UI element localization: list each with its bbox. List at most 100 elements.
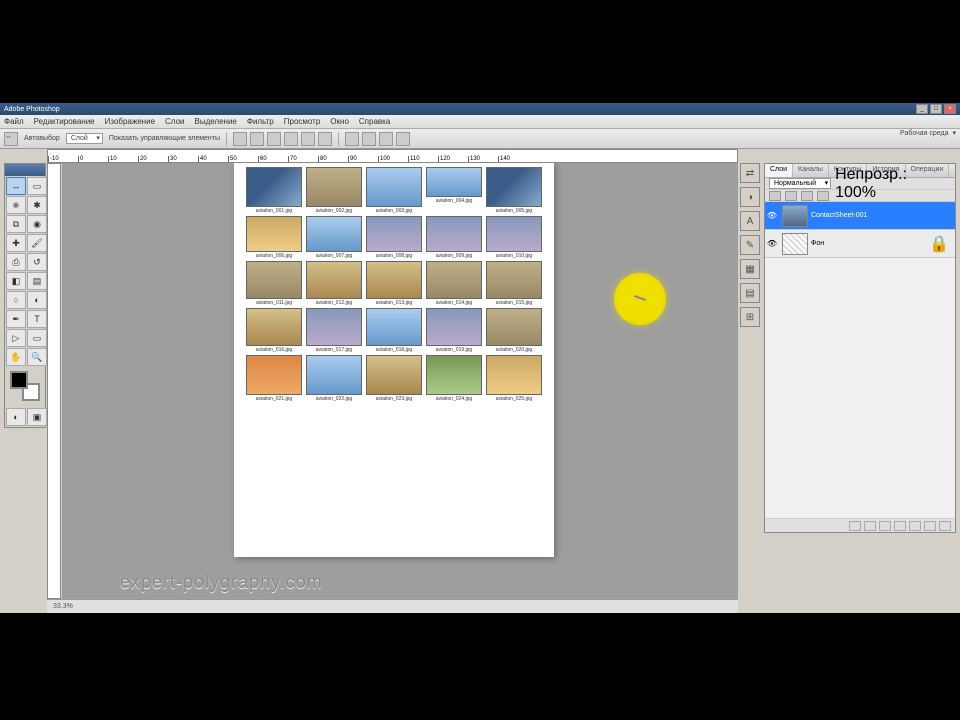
- brush-tool[interactable]: 🖌: [27, 234, 47, 252]
- thumbnail-cell[interactable]: aviation_004.jpg: [426, 167, 482, 214]
- ruler-vertical[interactable]: [47, 163, 61, 599]
- thumbnail-cell[interactable]: aviation_006.jpg: [246, 216, 302, 259]
- thumbnail-cell[interactable]: aviation_022.jpg: [306, 355, 362, 402]
- distribute-edge-icon[interactable]: [396, 132, 410, 146]
- marquee-tool[interactable]: ▭: [27, 177, 47, 195]
- thumbnail-cell[interactable]: aviation_019.jpg: [426, 308, 482, 353]
- align-center-icon[interactable]: [250, 132, 264, 146]
- lock-all-icon[interactable]: [817, 191, 829, 201]
- layer-name[interactable]: ContactSheet-001: [811, 212, 867, 219]
- thumbnail-cell[interactable]: aviation_025.jpg: [486, 355, 542, 402]
- align-top-icon[interactable]: [284, 132, 298, 146]
- menu-filter[interactable]: Фильтр: [247, 117, 274, 126]
- strip-actions-icon[interactable]: ⊞: [740, 307, 760, 327]
- layer-name[interactable]: Фон: [811, 240, 824, 247]
- path-select-tool[interactable]: ▷: [6, 329, 26, 347]
- distribute-space-icon[interactable]: [379, 132, 393, 146]
- thumbnail-cell[interactable]: aviation_024.jpg: [426, 355, 482, 402]
- menu-window[interactable]: Окно: [330, 117, 349, 126]
- thumbnail-image[interactable]: [426, 355, 482, 395]
- thumbnail-image[interactable]: [366, 308, 422, 346]
- eraser-tool[interactable]: ◧: [6, 272, 26, 290]
- thumbnail-image[interactable]: [366, 167, 422, 207]
- maximize-button[interactable]: □: [930, 104, 942, 114]
- thumbnail-cell[interactable]: aviation_017.jpg: [306, 308, 362, 353]
- crop-tool[interactable]: ⧉: [6, 215, 26, 233]
- lasso-tool[interactable]: ⎈: [6, 196, 26, 214]
- thumbnail-image[interactable]: [306, 355, 362, 395]
- layer-list-empty-area[interactable]: [765, 258, 955, 518]
- thumbnail-cell[interactable]: aviation_016.jpg: [246, 308, 302, 353]
- thumbnail-image[interactable]: [486, 261, 542, 299]
- delete-layer-icon[interactable]: [939, 521, 951, 531]
- menu-view[interactable]: Просмотр: [284, 117, 321, 126]
- minimize-button[interactable]: _: [916, 104, 928, 114]
- wand-tool[interactable]: ✱: [27, 196, 47, 214]
- new-layer-icon[interactable]: [924, 521, 936, 531]
- thumbnail-image[interactable]: [486, 167, 542, 207]
- lock-transparent-icon[interactable]: [769, 191, 781, 201]
- thumbnail-image[interactable]: [246, 261, 302, 299]
- close-button[interactable]: ×: [944, 104, 956, 114]
- layer-thumbnail[interactable]: [782, 233, 808, 255]
- thumbnail-image[interactable]: [306, 216, 362, 252]
- thumbnail-cell[interactable]: aviation_014.jpg: [426, 261, 482, 306]
- thumbnail-cell[interactable]: aviation_012.jpg: [306, 261, 362, 306]
- auto-select-dropdown[interactable]: Слой: [66, 133, 103, 144]
- thumbnail-image[interactable]: [246, 308, 302, 346]
- history-brush-tool[interactable]: ↺: [27, 253, 47, 271]
- workspace-switcher[interactable]: Рабочая среда ▾: [900, 129, 956, 137]
- type-tool[interactable]: T: [27, 310, 47, 328]
- opacity-label[interactable]: Непрозр.: 100%: [835, 166, 951, 202]
- canvas-area[interactable]: aviation_001.jpgaviation_002.jpgaviation…: [62, 163, 738, 599]
- adjustment-layer-icon[interactable]: [894, 521, 906, 531]
- layer-style-icon[interactable]: [864, 521, 876, 531]
- strip-styles-icon[interactable]: ▤: [740, 283, 760, 303]
- zoom-level[interactable]: 33.3%: [53, 603, 73, 610]
- distribute-v-icon[interactable]: [362, 132, 376, 146]
- menu-help[interactable]: Справка: [359, 117, 390, 126]
- thumbnail-cell[interactable]: aviation_003.jpg: [366, 167, 422, 214]
- thumbnail-cell[interactable]: aviation_020.jpg: [486, 308, 542, 353]
- thumbnail-image[interactable]: [366, 216, 422, 252]
- hand-tool[interactable]: ✋: [6, 348, 26, 366]
- visibility-toggle-icon[interactable]: 👁: [765, 239, 779, 248]
- thumbnail-image[interactable]: [486, 216, 542, 252]
- lock-position-icon[interactable]: [801, 191, 813, 201]
- heal-tool[interactable]: ✚: [6, 234, 26, 252]
- tab-channels[interactable]: Каналы: [793, 164, 829, 177]
- stamp-tool[interactable]: ⎙: [6, 253, 26, 271]
- thumbnail-image[interactable]: [426, 216, 482, 252]
- toolbox-header[interactable]: [5, 164, 45, 176]
- thumbnail-cell[interactable]: aviation_007.jpg: [306, 216, 362, 259]
- thumbnail-cell[interactable]: aviation_002.jpg: [306, 167, 362, 214]
- tool-preset-icon[interactable]: ↔: [4, 132, 18, 146]
- quickmask-toggle[interactable]: ◐: [6, 408, 26, 426]
- thumbnail-image[interactable]: [306, 308, 362, 346]
- foreground-color-swatch[interactable]: [10, 371, 28, 389]
- shape-tool[interactable]: ▭: [27, 329, 47, 347]
- screenmode-toggle[interactable]: ▣: [27, 408, 47, 426]
- align-left-icon[interactable]: [233, 132, 247, 146]
- thumbnail-cell[interactable]: aviation_009.jpg: [426, 216, 482, 259]
- layer-mask-icon[interactable]: [879, 521, 891, 531]
- strip-navigator-icon[interactable]: ⇄: [740, 163, 760, 183]
- align-right-icon[interactable]: [267, 132, 281, 146]
- menu-edit[interactable]: Редактирование: [34, 117, 95, 126]
- thumbnail-image[interactable]: [246, 216, 302, 252]
- visibility-toggle-icon[interactable]: 👁: [765, 211, 779, 220]
- thumbnail-cell[interactable]: aviation_018.jpg: [366, 308, 422, 353]
- thumbnail-image[interactable]: [486, 308, 542, 346]
- thumbnail-image[interactable]: [426, 261, 482, 299]
- zoom-tool[interactable]: 🔍: [27, 348, 47, 366]
- dodge-tool[interactable]: ◐: [27, 291, 47, 309]
- lock-pixels-icon[interactable]: [785, 191, 797, 201]
- align-middle-icon[interactable]: [301, 132, 315, 146]
- strip-swatches-icon[interactable]: ▦: [740, 259, 760, 279]
- blur-tool[interactable]: ○: [6, 291, 26, 309]
- thumbnail-cell[interactable]: aviation_011.jpg: [246, 261, 302, 306]
- thumbnail-image[interactable]: [306, 261, 362, 299]
- strip-color-icon[interactable]: ◑: [740, 187, 760, 207]
- link-layers-icon[interactable]: [849, 521, 861, 531]
- menu-layer[interactable]: Слои: [165, 117, 184, 126]
